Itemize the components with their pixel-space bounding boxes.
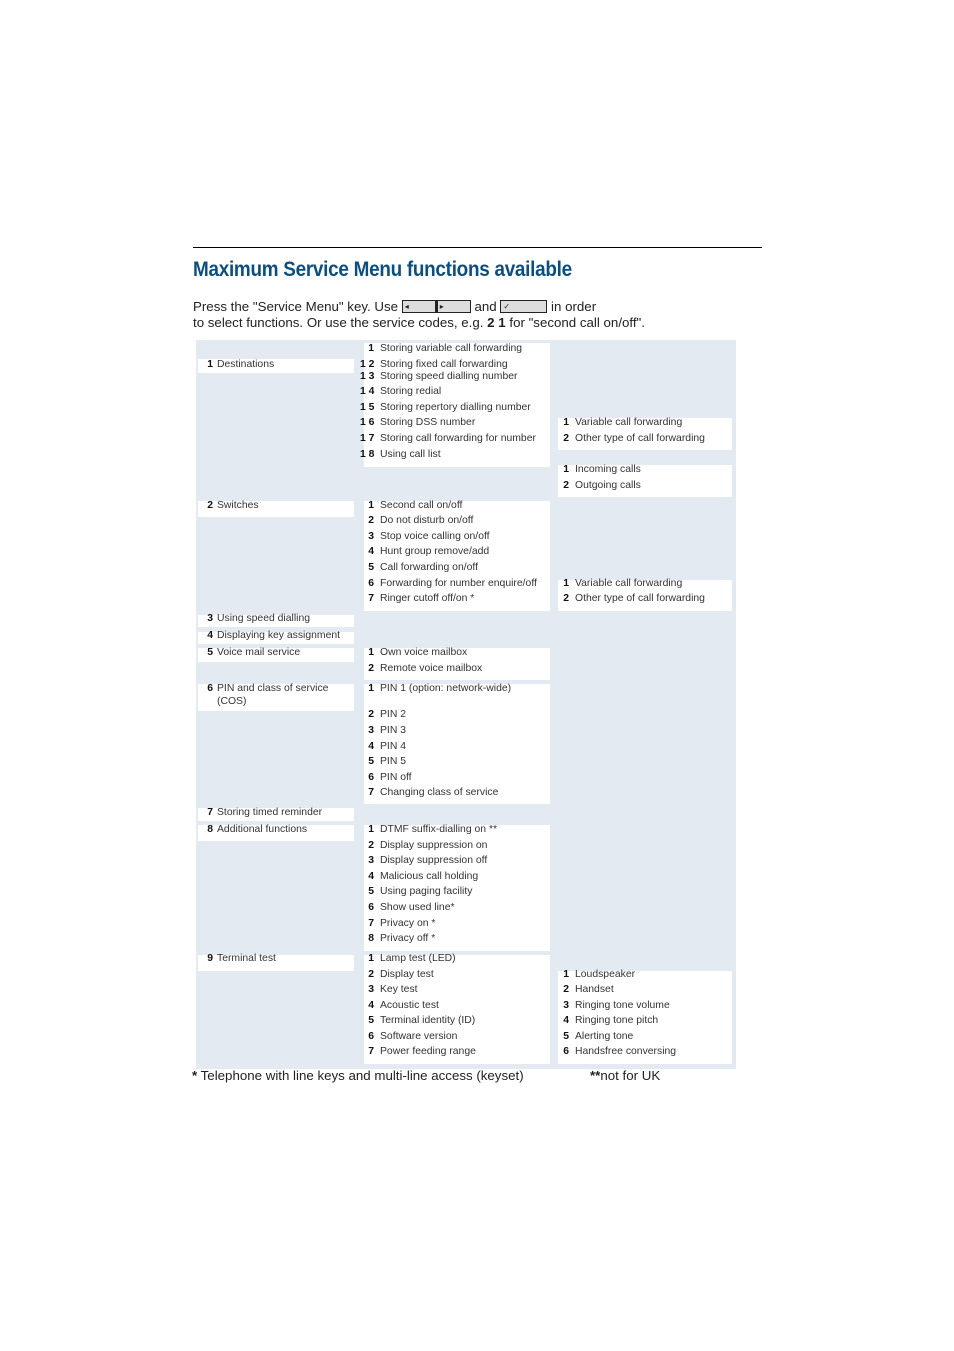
intro-line2: to select functions. Or use the service … (193, 315, 484, 330)
header-rule (193, 247, 762, 248)
page-title: Maximum Service Menu functions available (193, 258, 572, 281)
list-item: 5 Alerting tone (563, 1031, 634, 1042)
list-item: 7 Ringer cutoff off/on * (368, 593, 475, 604)
menu-item-additional: 8 Additional functions (207, 824, 308, 835)
key-left-icon: ◂ (401, 300, 436, 313)
list-item: 6 PIN off (368, 772, 412, 783)
intro-text: Press the "Service Menu" key. Use ◂ ▸ and… (193, 299, 645, 330)
list-item: 3 PIN 3 (368, 725, 406, 736)
menu-item-speed-dialling: 3 Using speed dialling (207, 613, 310, 624)
list-item: 4 Ringing tone pitch (563, 1015, 659, 1026)
list-item: 5 Call forwarding on/off (368, 562, 478, 573)
list-item: 1 Second call on/off (368, 500, 463, 511)
footnote-not-uk: **not for UK (590, 1068, 661, 1083)
list-item: 5 Using paging facility (368, 886, 473, 897)
list-item: 1 8 Using call list (360, 449, 441, 460)
intro-line1: Press the "Service Menu" key. Use (193, 299, 399, 314)
list-item: 2 PIN 2 (368, 709, 406, 720)
list-item: 1 Variable call forwarding (563, 417, 683, 428)
list-item: 7 Power feeding range (368, 1046, 476, 1057)
list-item: 1 Own voice mailbox (368, 647, 468, 658)
list-item: 1 Lamp test (LED) (368, 953, 456, 964)
example-code: 2 1 (487, 315, 506, 330)
list-item: 1 Storing variable call forwarding (368, 343, 523, 354)
list-item: 7 Privacy on * (368, 918, 436, 929)
key-right-icon: ▸ (435, 300, 471, 313)
list-item: 1 PIN 1 (option: network-wide) (368, 683, 512, 694)
list-item: 6 Forwarding for number enquire/off (368, 578, 537, 589)
list-item: 4 Acoustic test (368, 1000, 439, 1011)
list-item: 2 Display suppression on (368, 840, 488, 851)
list-item: 2 Handset (563, 984, 614, 995)
list-item: 1 7 Storing call forwarding for number (360, 433, 536, 444)
list-item: 7 Changing class of service (368, 787, 499, 798)
list-item: 2 Outgoing calls (563, 480, 641, 491)
menu-item-terminal-test: 9 Terminal test (207, 953, 276, 964)
menu-item-switches: 2 Switches (207, 500, 259, 511)
list-item: 6 Handsfree conversing (563, 1046, 677, 1057)
list-item: 1 DTMF suffix-dialling on ** (368, 824, 498, 835)
list-item: 1 Loudspeaker (563, 969, 636, 980)
menu-item-voice-mail: 5 Voice mail service (207, 647, 301, 658)
list-item: 6 Show used line* (368, 902, 455, 913)
list-item: 5 Terminal identity (ID) (368, 1015, 476, 1026)
list-item: 1 Incoming calls (563, 464, 641, 475)
list-item: 3 Stop voice calling on/off (368, 531, 490, 542)
list-item: 2 Do not disturb on/off (368, 515, 474, 526)
list-item: 2 Display test (368, 969, 434, 980)
footnote-keyset: * Telephone with line keys and multi-lin… (192, 1068, 524, 1083)
list-item: 4 Malicious call holding (368, 871, 479, 882)
menu-item-timed-reminder: 7 Storing timed reminder (207, 807, 323, 818)
list-item: 1 4 Storing redial (360, 386, 442, 397)
list-item: 1 3 Storing speed dialling number (360, 371, 518, 382)
list-item: 6 Software version (368, 1031, 458, 1042)
list-item: 2 Other type of call forwarding (563, 593, 705, 604)
list-item: 1 Variable call forwarding (563, 578, 683, 589)
list-item: 5 PIN 5 (368, 756, 406, 767)
key-ok-icon: ✓ (500, 300, 548, 313)
list-item: 3 Key test (368, 984, 418, 995)
list-item: 8 Privacy off * (368, 933, 436, 944)
list-item: 1 6 Storing DSS number (360, 417, 476, 428)
list-item: 4 PIN 4 (368, 741, 406, 752)
list-item: 2 Remote voice mailbox (368, 663, 483, 674)
list-item: 1 5 Storing repertory dialling number (360, 402, 531, 413)
menu-item-pin-cos: 6 PIN and class of service (COS) (207, 683, 329, 707)
list-item: 2 Other type of call forwarding (563, 433, 705, 444)
list-item: 3 Display suppression off (368, 855, 488, 866)
list-item: 4 Hunt group remove/add (368, 546, 490, 557)
menu-item-key-assignment: 4 Displaying key assignment (207, 630, 341, 641)
list-item: 3 Ringing tone volume (563, 1000, 670, 1011)
menu-item-destinations: 1 Destinations (207, 359, 275, 370)
